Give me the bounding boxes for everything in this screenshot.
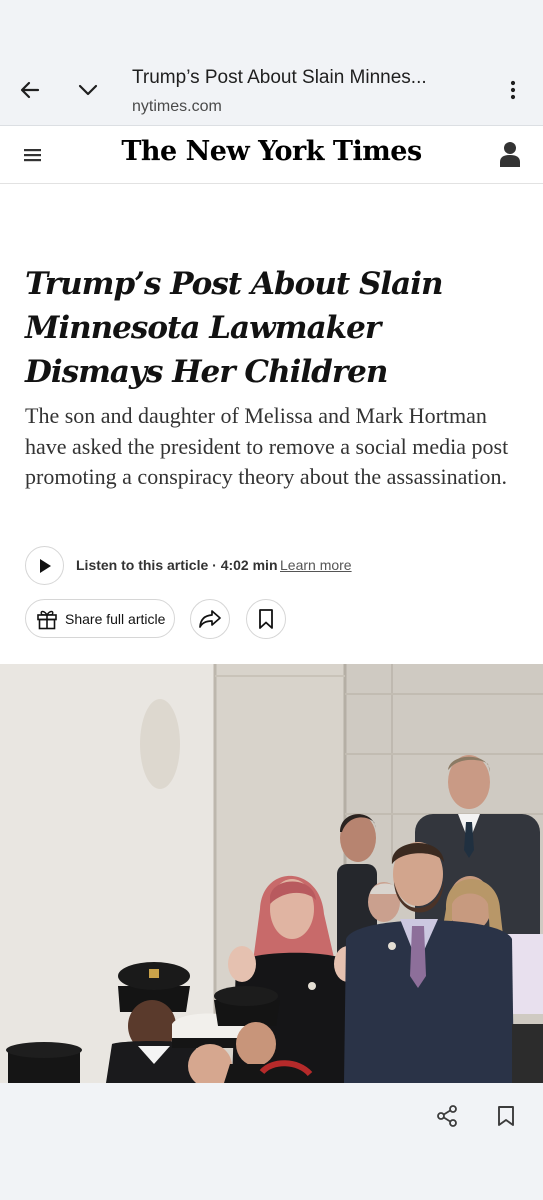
url-text[interactable]: nytimes.com [132,98,222,116]
page-bookmark-button[interactable] [486,1096,526,1136]
tab-title[interactable]: Trump’s Post About Slain Minnes... [132,67,477,89]
expand-button[interactable] [68,70,108,110]
learn-more-link[interactable]: Learn more [280,557,352,573]
more-options-button[interactable] [493,70,533,110]
account-icon [500,142,520,167]
bookmark-icon [259,609,273,629]
share-nodes-icon [437,1105,457,1127]
site-logo[interactable]: The New York Times [0,136,543,167]
account-button[interactable] [494,138,526,170]
bottom-toolbar [0,1083,543,1200]
share-full-article-button[interactable]: Share full article [25,599,175,638]
share-full-article-label: Share full article [65,610,166,627]
listen-label[interactable]: Listen to this article · 4:02 min [76,557,278,573]
share-button[interactable] [190,599,230,639]
share-arrow-icon [199,610,221,628]
play-icon [39,558,51,573]
status-bar [0,0,543,50]
save-article-button[interactable] [246,599,286,639]
article-summary: The son and daughter of Melissa and Mark… [25,403,509,489]
bookmark-icon [498,1106,514,1126]
more-vertical-icon [510,80,516,100]
gift-icon [37,610,57,629]
chevron-down-icon [78,84,98,96]
article-photo [0,664,543,1083]
page-share-button[interactable] [427,1096,467,1136]
browser-toolbar: Trump’s Post About Slain Minnes... nytim… [0,50,543,126]
site-header: The New York Times [0,126,543,184]
back-arrow-icon [20,81,40,99]
play-audio-button[interactable] [25,546,64,585]
article-headline: Trump’s Post About Slain Minnesota Lawma… [25,266,444,390]
back-button[interactable] [10,70,50,110]
